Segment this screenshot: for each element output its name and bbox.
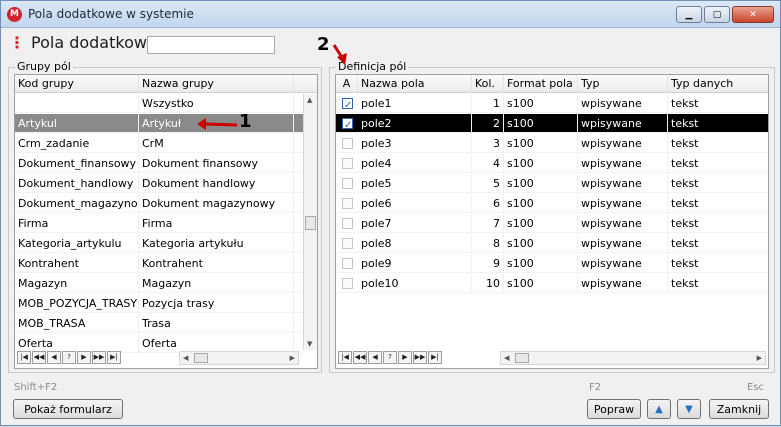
zamknij-button[interactable]: Zamknij (709, 399, 769, 419)
annotation-arrows (197, 44, 347, 130)
annotation-label-2: 2 (317, 34, 330, 55)
arrow-down-icon: ▼ (685, 403, 693, 415)
main-window: M Pola dodatkowe w systemie ▁ ▢ ✕ ⋮ Pola… (0, 0, 781, 426)
arrow-up-icon: ▲ (655, 403, 663, 415)
shortcut-hint-f2: F2 (589, 382, 602, 393)
shortcut-hint-esc: Esc (747, 382, 765, 393)
move-down-button[interactable]: ▼ (677, 399, 701, 419)
annotation-label-1: 1 (239, 111, 252, 132)
move-up-button[interactable]: ▲ (647, 399, 671, 419)
shortcut-hint-shift-f2: Shift+F2 (14, 382, 58, 393)
show-form-button[interactable]: Pokaż formularz (13, 399, 123, 419)
popraw-button[interactable]: Popraw (587, 399, 641, 419)
